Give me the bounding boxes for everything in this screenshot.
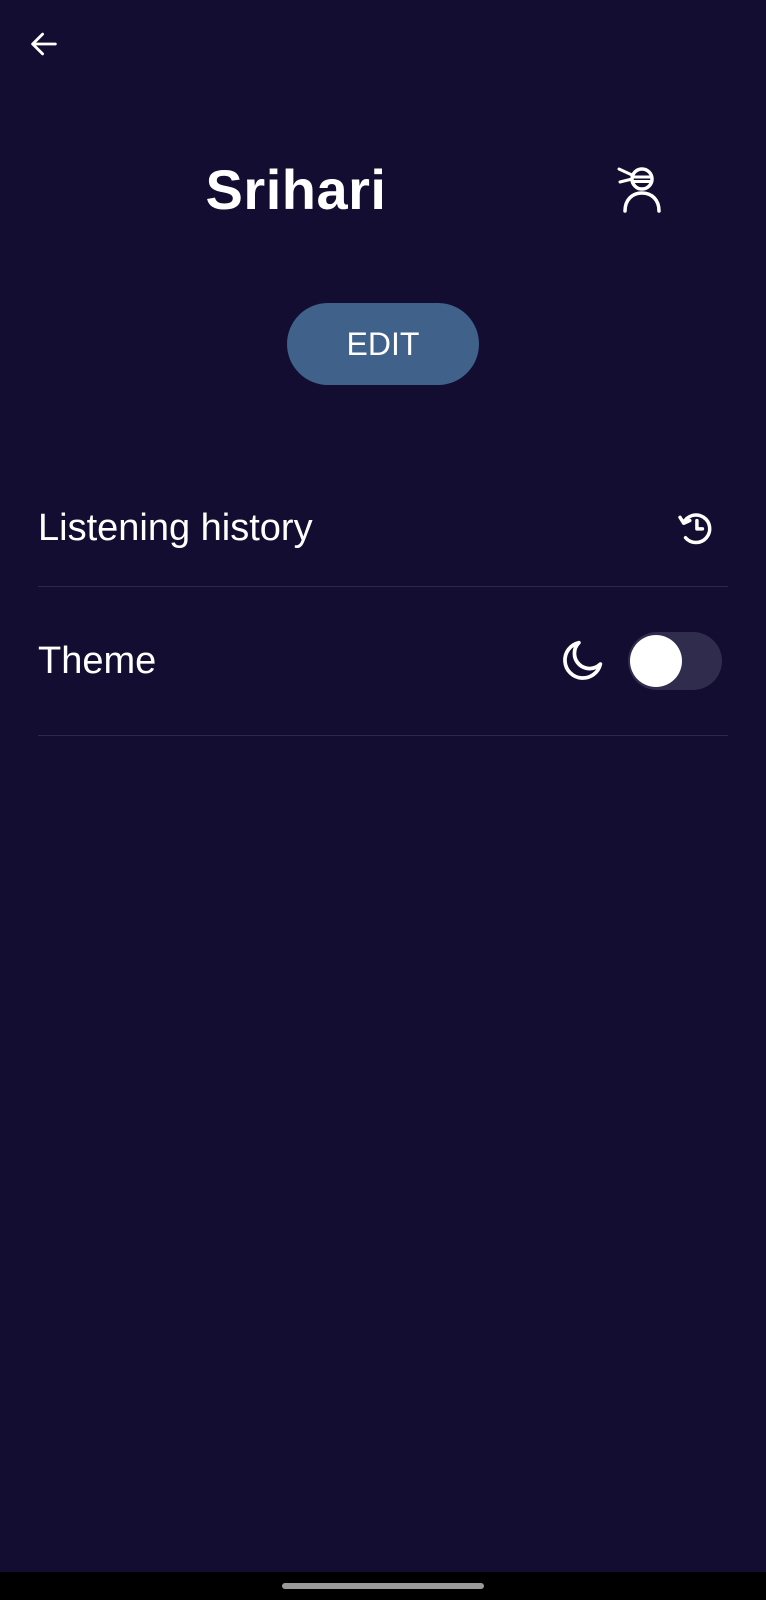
listening-history-actions <box>672 504 728 552</box>
ninja-avatar-icon <box>614 162 666 219</box>
theme-row: Theme <box>38 587 728 736</box>
listening-history-label: Listening history <box>38 506 313 549</box>
back-button[interactable] <box>22 24 66 68</box>
profile-name: Srihari <box>205 158 387 221</box>
theme-controls <box>556 632 728 690</box>
moon-icon <box>556 635 608 687</box>
theme-toggle-knob <box>630 635 682 687</box>
history-clock-icon[interactable] <box>672 504 720 552</box>
system-navigation-bar <box>0 1572 766 1600</box>
arrow-left-icon <box>27 27 61 66</box>
home-gesture-handle[interactable] <box>282 1583 484 1589</box>
theme-toggle[interactable] <box>628 632 722 690</box>
edit-profile-button[interactable]: EDIT <box>287 303 479 385</box>
theme-label: Theme <box>38 639 157 682</box>
profile-avatar-button[interactable] <box>610 160 670 220</box>
listening-history-row[interactable]: Listening history <box>38 470 728 587</box>
